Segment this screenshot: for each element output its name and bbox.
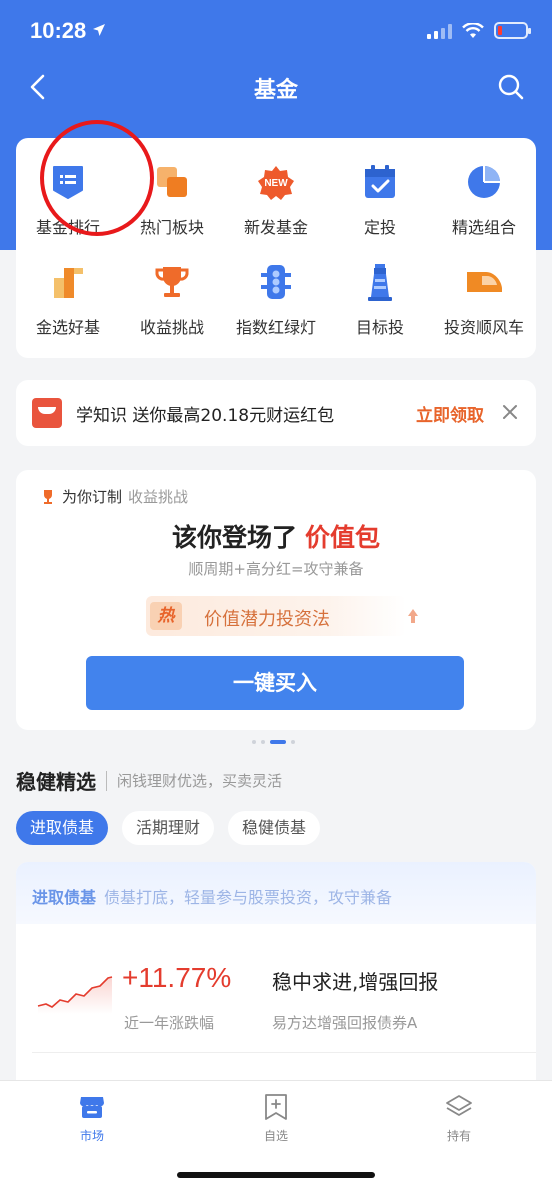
fund-return-rate: +11.77% (122, 962, 232, 993)
gold-fund-icon (48, 262, 88, 302)
grid-item-label: 精选组合 (451, 218, 516, 237)
challenge-subtitle: 顺周期+高分红=攻守兼备 (188, 560, 364, 578)
grid-item-label: 指数红绿灯 (235, 318, 316, 337)
divider (32, 1052, 536, 1053)
page-title: 基金 (253, 78, 298, 103)
challenge-title-text: 该你登场了 (171, 523, 297, 552)
grid-item-target-invest[interactable]: 目标投 (328, 254, 432, 354)
fund-full-name: 易方达增强回报债券A (272, 1014, 418, 1032)
tab-label: 市场 (79, 1129, 104, 1143)
traffic-light-icon (256, 262, 296, 302)
bookmark-plus-icon (265, 1094, 287, 1120)
promo-text: 学知识 送你最高20.18元财运红包 (76, 406, 335, 426)
store-icon (80, 1097, 104, 1118)
category-chips: 进取债基 活期理财 稳健债基 (16, 811, 321, 845)
tab-label: 持有 (446, 1129, 471, 1143)
promo-claim-link[interactable]: 立即领取 (416, 401, 484, 426)
battery-icon (494, 22, 531, 39)
tab-label: 自选 (263, 1129, 288, 1143)
pie-chart-icon (464, 162, 504, 202)
wifi-icon (462, 22, 484, 38)
challenge-header: 为你订制 收益挑战 (40, 486, 188, 507)
sparkline (37, 976, 113, 1014)
fund-card[interactable]: 进取债基 债基打底，轻量参与股票投资，攻守兼备 +11.77% 近一年涨跌幅 稳中… (16, 862, 536, 1092)
close-icon[interactable] (496, 398, 524, 426)
grid-item-gold-fund[interactable]: 金选好基 (16, 254, 120, 354)
status-time: 10:28 (30, 18, 87, 43)
fund-band-title: 进取债基 (32, 888, 97, 907)
grid-item-label: 投资顺风车 (443, 318, 524, 337)
grid-item-label: 目标投 (355, 318, 404, 337)
hot-badge: 热 (150, 602, 182, 630)
grid-item-fund-ranking[interactable]: 基金排行 (16, 154, 120, 254)
car-icon (464, 262, 504, 302)
section-header: 稳健精选 闲钱理财优选，买卖灵活 (16, 766, 282, 795)
search-icon[interactable] (496, 72, 526, 102)
red-packet-icon (32, 398, 62, 428)
hot-sector-icon (152, 162, 192, 202)
arrow-up-icon (408, 609, 418, 623)
strategy-pill[interactable]: 热 价值潜力投资法 (146, 596, 418, 636)
challenge-head-title: 为你订制 (62, 488, 123, 506)
chip-aggressive-bond[interactable]: 进取债基 (16, 811, 109, 845)
grid-item-label: 基金排行 (35, 218, 100, 237)
grid-item-auto-invest[interactable]: 定投 (328, 154, 432, 254)
grid-item-label: 收益挑战 (139, 318, 204, 337)
chip-demand-wealth[interactable]: 活期理财 (122, 811, 215, 845)
promo-banner[interactable]: 学知识 送你最高20.18元财运红包 立即领取 (16, 380, 536, 446)
home-indicator (177, 1172, 375, 1178)
strategy-pill-text: 价值潜力投资法 (204, 609, 330, 630)
fund-band-sub: 债基打底，轻量参与股票投资，攻守兼备 (104, 888, 393, 907)
tab-watchlist[interactable]: 自选 (236, 1093, 316, 1144)
carousel-indicator (252, 740, 295, 744)
new-fund-icon: NEW (256, 162, 296, 202)
grid-item-label: 新发基金 (243, 218, 308, 237)
tab-holdings[interactable]: 持有 (419, 1093, 499, 1144)
location-icon (93, 24, 105, 36)
function-grid: 基金排行 热门板块 NEW 新发基金 定投 精选组合 金选好基 收益挑战 指数红… (16, 138, 536, 358)
grid-item-label: 热门板块 (139, 218, 204, 237)
grid-item-hot-sector[interactable]: 热门板块 (120, 154, 224, 254)
section-title: 稳健精选 (16, 770, 96, 794)
grid-item-label: 定投 (363, 218, 396, 237)
fund-ranking-icon (48, 162, 88, 202)
challenge-card: 为你订制 收益挑战 该你登场了 价值包 顺周期+高分红=攻守兼备 热 价值潜力投资… (16, 470, 536, 730)
new-badge-text: NEW (264, 178, 288, 189)
layers-icon (446, 1095, 472, 1116)
challenge-title-highlight: 价值包 (305, 523, 381, 552)
calendar-icon (360, 162, 400, 202)
chip-stable-bond[interactable]: 稳健债基 (228, 811, 321, 845)
grid-item-portfolio[interactable]: 精选组合 (432, 154, 536, 254)
status-bar: 10:28 (0, 0, 552, 60)
cellular-signal-icon (427, 23, 452, 39)
trophy-icon (44, 489, 52, 504)
section-subtitle: 闲钱理财优选，买卖灵活 (117, 772, 283, 790)
fund-name: 稳中求进,增强回报 (272, 970, 439, 994)
grid-item-new-fund[interactable]: NEW 新发基金 (224, 154, 328, 254)
grid-item-invest-ride[interactable]: 投资顺风车 (432, 254, 536, 354)
trophy-icon (152, 262, 192, 302)
fund-band: 进取债基 债基打底，轻量参与股票投资，攻守兼备 (16, 862, 536, 924)
bottom-tab-bar: 市场 自选 持有 (0, 1080, 552, 1178)
grid-item-index-traffic-light[interactable]: 指数红绿灯 (224, 254, 328, 354)
challenge-head-sub: 收益挑战 (128, 488, 189, 506)
challenge-title: 该你登场了 价值包 (16, 518, 536, 554)
nav-bar: 基金 (0, 60, 552, 114)
lighthouse-icon (360, 262, 400, 302)
one-click-buy-button[interactable]: 一键买入 (86, 656, 464, 710)
grid-item-challenge[interactable]: 收益挑战 (120, 254, 224, 354)
fund-return-label: 近一年涨跌幅 (124, 1014, 215, 1032)
tab-market[interactable]: 市场 (52, 1093, 132, 1144)
grid-item-label: 金选好基 (35, 318, 100, 337)
